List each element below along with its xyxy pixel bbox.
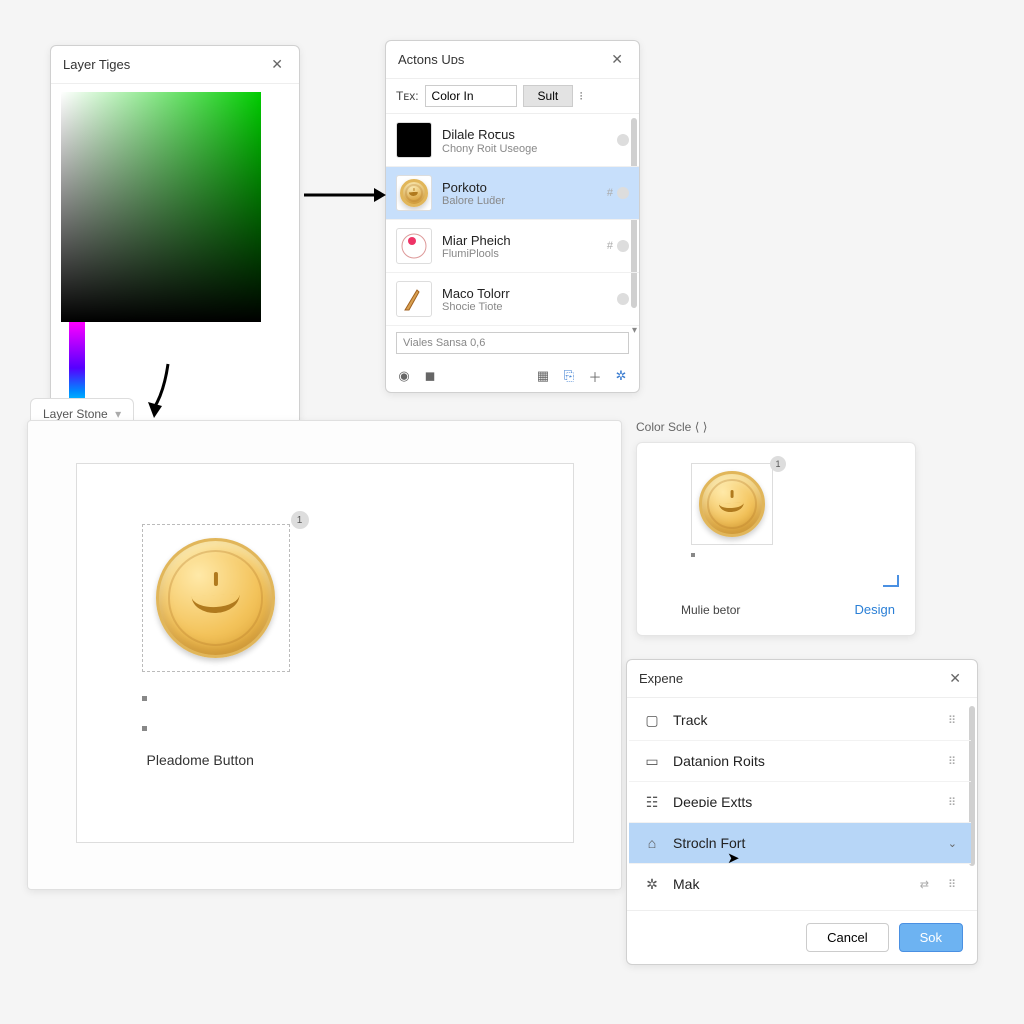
design-link[interactable]: Design: [855, 602, 895, 617]
cancel-button[interactable]: Cancel: [806, 923, 888, 952]
preview-selection[interactable]: 1: [691, 463, 773, 545]
exp-label: Track: [673, 712, 707, 728]
expene-list: ▢ Track ⠿ ▭ Datanion Roits ⠿ ☷ Deeᴅie Ex…: [627, 698, 977, 910]
action-title: Porkoto: [442, 180, 597, 195]
action-title: Maco Tolorr: [442, 286, 607, 301]
action-search-input[interactable]: [396, 332, 629, 354]
canvas-panel: 1 Pleadome Button: [27, 420, 622, 890]
action-subtitle: FlumiPlools: [442, 248, 597, 260]
exp-label: Mak: [673, 876, 699, 892]
gear-icon: ✲: [643, 875, 661, 893]
close-icon[interactable]: ✕: [945, 668, 965, 689]
canvas-object-label: Pleadome Button: [147, 752, 254, 768]
handle[interactable]: [142, 696, 147, 701]
card-icon: ▭: [643, 752, 661, 770]
exp-item-mak[interactable]: ✲ Mak ⇄ ⠿: [629, 864, 971, 904]
action-thumb: [396, 122, 432, 158]
grip-icon[interactable]: ⠿: [948, 714, 957, 727]
home-icon: ⌂: [643, 834, 661, 852]
expene-footer: Cancel Sok: [627, 910, 977, 964]
action-subtitle: Balore Luḋer: [442, 195, 597, 207]
record-icon[interactable]: ◉: [396, 368, 412, 384]
action-subtitle: Chony Roit Useoge: [442, 143, 607, 155]
action-list: Dilale Roꞇus Chony Roit Useoge Porkoto B…: [386, 114, 639, 360]
info-icon[interactable]: [617, 240, 629, 252]
grid-icon[interactable]: ▦: [535, 368, 551, 384]
selection-badge: 1: [291, 511, 309, 529]
sok-button[interactable]: Sok: [899, 923, 963, 952]
actions-title: Actons Uᴅs: [398, 52, 464, 67]
info-icon[interactable]: [617, 293, 629, 305]
sult-button[interactable]: Sult: [523, 85, 574, 107]
exp-label: Deeᴅie Extts: [673, 794, 752, 810]
expene-title: Expene: [639, 671, 683, 686]
stop-icon[interactable]: ◼: [422, 368, 438, 384]
arrow-right: [304, 185, 386, 210]
exp-item-datanion[interactable]: ▭ Datanion Roits ⠿: [629, 741, 971, 782]
layer-tiges-header: Layer Tiges ✕: [51, 46, 299, 84]
preview-badge: 1: [770, 456, 786, 472]
action-item-miar[interactable]: Miar Pheich FlumiPlools #: [386, 220, 639, 273]
action-item-dilale[interactable]: Dilale Roꞇus Chony Roit Useoge: [386, 114, 639, 167]
canvas[interactable]: 1 Pleadome Button: [76, 463, 574, 843]
add-icon[interactable]: ＋: [587, 368, 603, 384]
link-icon[interactable]: ✲: [613, 368, 629, 384]
action-title: Miar Pheich: [442, 233, 597, 248]
actions-header: Actons Uᴅs ✕: [386, 41, 639, 79]
grip-icon[interactable]: ⠿: [948, 755, 957, 768]
actions-footer: ◉ ◼ ▦ ⎘ ＋ ✲: [386, 360, 639, 392]
slider-icon[interactable]: ⇄: [920, 878, 930, 891]
action-thumb: [396, 175, 432, 211]
actions-toolbar: Tᴇx: Sult ⁝: [386, 79, 639, 114]
arrow-down-curve: [140, 364, 180, 425]
expene-header: Expene ✕: [627, 660, 977, 698]
monitor-icon: ▢: [643, 711, 661, 729]
preview-panel: 1 Mulie betor Design: [636, 442, 916, 636]
action-item-maco[interactable]: Maco Tolorr Shocie Tiote: [386, 273, 639, 326]
handle[interactable]: [691, 553, 695, 557]
exp-label: Strocln Fort: [673, 835, 745, 851]
grip-icon[interactable]: ⠿: [948, 796, 957, 809]
action-thumb: [396, 228, 432, 264]
chevron-down-icon[interactable]: ▾: [632, 325, 637, 336]
info-icon[interactable]: [617, 134, 629, 146]
exp-label: Datanion Roits: [673, 753, 765, 769]
more-icon[interactable]: ⁝: [579, 89, 583, 103]
layer-tiges-title: Layer Tiges: [63, 57, 130, 72]
action-thumb: [396, 281, 432, 317]
action-subtitle: Shocie Tiote: [442, 301, 607, 313]
calendar-icon: ☷: [643, 793, 661, 811]
actions-panel: Actons Uᴅs ✕ Tᴇx: Sult ⁝ Dilale Roꞇus Ch…: [385, 40, 640, 393]
handle[interactable]: [142, 726, 147, 731]
chevron-down-icon: ▾: [115, 407, 121, 421]
save-icon[interactable]: ⎘: [561, 368, 577, 384]
action-search-row: [386, 326, 639, 360]
hash-icon: #: [607, 187, 613, 199]
exp-item-strocin[interactable]: ⌂ Strocln Fort ⌄ ➤: [629, 823, 971, 864]
info-icon[interactable]: [617, 187, 629, 199]
action-item-porkoto[interactable]: Porkoto Balore Luḋer #: [386, 167, 639, 220]
text-label: Tᴇx:: [396, 89, 419, 103]
preview-label: Mulie betor: [681, 603, 740, 617]
saturation-value-box[interactable]: [61, 92, 261, 322]
close-icon[interactable]: ✕: [267, 54, 287, 75]
grip-icon[interactable]: ⠿: [948, 878, 957, 891]
selection-box[interactable]: 1: [142, 524, 290, 672]
hash-icon: #: [607, 240, 613, 252]
color-scle-label[interactable]: Color Scle ⟨ ⟩: [636, 420, 707, 434]
close-icon[interactable]: ✕: [607, 49, 627, 70]
crop-corner-icon: [883, 575, 899, 587]
layer-stone-label: Layer Stone: [43, 407, 108, 421]
exp-item-track[interactable]: ▢ Track ⠿: [629, 700, 971, 741]
expene-dialog: Expene ✕ ▢ Track ⠿ ▭ Datanion Roits ⠿ ☷ …: [626, 659, 978, 965]
chevron-down-icon[interactable]: ⌄: [948, 837, 957, 850]
action-title: Dilale Roꞇus: [442, 125, 607, 143]
color-in-input[interactable]: [425, 85, 517, 107]
exp-item-deegie[interactable]: ☷ Deeᴅie Extts ⠿: [629, 782, 971, 823]
